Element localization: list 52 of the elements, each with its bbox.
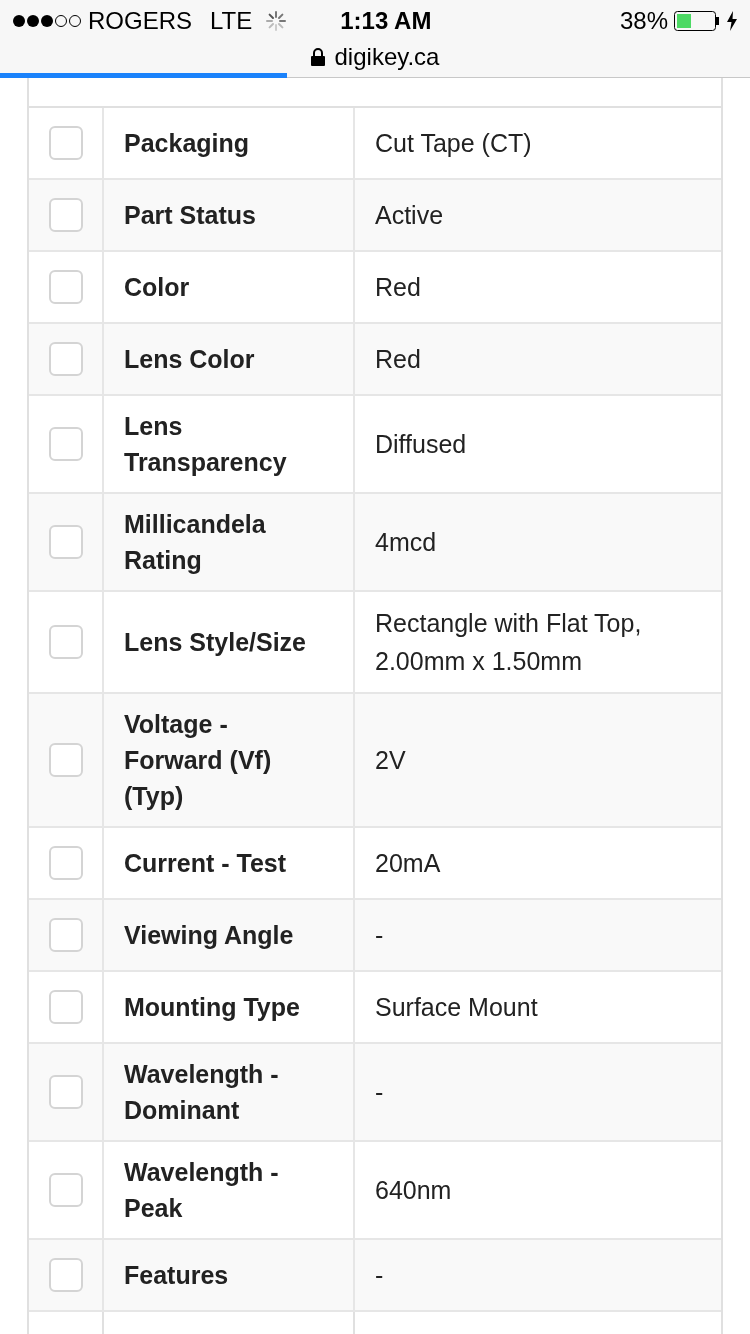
battery-percentage: 38% xyxy=(619,6,668,36)
attribute-name: Current - Test xyxy=(124,848,287,879)
attribute-value: Red xyxy=(375,344,421,375)
attribute-value: Diffused xyxy=(375,429,467,460)
checkbox[interactable] xyxy=(48,990,83,1024)
attribute-value: Cut Tape (CT) xyxy=(375,128,532,159)
attribute-value: Rectangle with Flat Top, 2.00mm x 1.50mm xyxy=(375,608,643,677)
checkbox[interactable] xyxy=(48,270,83,304)
attribute-name: Mounting Type xyxy=(124,992,300,1023)
checkbox[interactable] xyxy=(48,846,83,880)
attribute-value: - xyxy=(375,920,384,951)
attribute-value: - xyxy=(375,1077,384,1108)
attribute-value: 2V xyxy=(375,745,406,776)
network-type: LTE xyxy=(210,6,253,36)
checkbox[interactable] xyxy=(48,126,83,160)
attribute-name: Millicandela Rating xyxy=(124,509,267,576)
checkbox[interactable] xyxy=(48,1075,83,1109)
attribute-value: Active xyxy=(375,200,444,231)
checkbox[interactable] xyxy=(48,1258,83,1292)
url-address[interactable]: digikey.ca xyxy=(334,39,440,75)
attribute-value: 4mcd xyxy=(375,527,437,558)
checkbox[interactable] xyxy=(48,198,83,232)
carrier-name: ROGERS xyxy=(88,6,192,36)
attribute-name: Voltage - Forward (Vf) (Typ) xyxy=(124,709,273,812)
attribute-name: Part Status xyxy=(124,200,256,231)
attribute-value: Surface Mount xyxy=(375,992,538,1023)
checkbox[interactable] xyxy=(48,1173,83,1207)
checkbox[interactable] xyxy=(48,918,83,952)
attribute-name: Color xyxy=(124,272,190,303)
attribute-name: Lens Color xyxy=(124,344,255,375)
attribute-name: Lens Transparency xyxy=(124,411,288,478)
attribute-name: Packaging xyxy=(124,128,250,159)
checkbox[interactable] xyxy=(48,743,83,777)
attribute-value: 640nm xyxy=(375,1175,452,1206)
battery-icon xyxy=(674,11,720,31)
attribute-name: Features xyxy=(124,1260,229,1291)
charging-bolt-icon xyxy=(726,11,738,31)
attribute-value: 20mA xyxy=(375,848,441,879)
attribute-name: Wavelength - Peak xyxy=(124,1157,280,1224)
clock-time: 1:13 AM xyxy=(340,6,432,36)
lock-icon xyxy=(310,48,325,66)
checkbox[interactable] xyxy=(48,625,83,659)
checkbox[interactable] xyxy=(48,427,83,461)
attribute-name: Wavelength - Dominant xyxy=(124,1059,280,1126)
checkbox[interactable] xyxy=(48,525,83,559)
attribute-value: Red xyxy=(375,272,421,303)
signal-strength-icon xyxy=(12,14,82,28)
attribute-name: Viewing Angle xyxy=(124,920,294,951)
checkbox[interactable] xyxy=(48,342,83,376)
loading-spinner-icon xyxy=(266,11,287,31)
attribute-name: Lens Style/Size xyxy=(124,627,307,658)
attribute-value: - xyxy=(375,1260,384,1291)
